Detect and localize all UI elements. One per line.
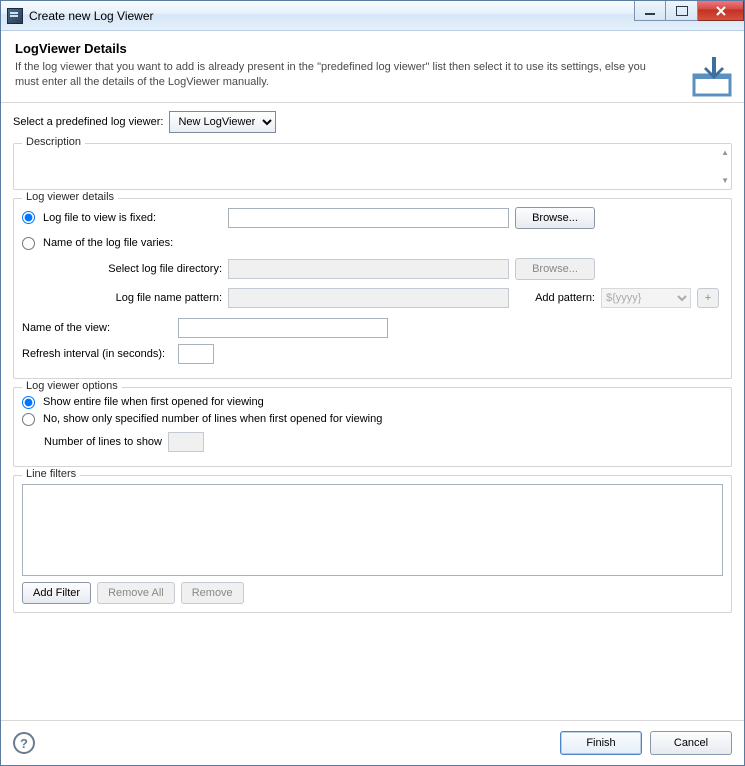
pattern-label: Log file name pattern:: [22, 292, 222, 304]
add-pattern-label: Add pattern:: [515, 292, 595, 304]
scroll-down-icon[interactable]: ▼: [721, 176, 729, 185]
description-legend: Description: [22, 136, 85, 148]
minimize-button[interactable]: [634, 1, 666, 21]
description-scroll[interactable]: ▲ ▼: [721, 148, 729, 185]
description-textarea[interactable]: [14, 144, 731, 186]
show-all-label: Show entire file when first opened for v…: [43, 396, 264, 408]
varies-radio-label: Name of the log file varies:: [43, 237, 173, 249]
details-legend: Log viewer details: [22, 191, 118, 203]
filters-list[interactable]: [22, 484, 723, 576]
refresh-label: Refresh interval (in seconds):: [22, 348, 172, 360]
add-filter-button[interactable]: Add Filter: [22, 582, 91, 604]
fixed-radio[interactable]: [22, 211, 35, 224]
close-button[interactable]: [698, 1, 744, 21]
predefined-row: Select a predefined log viewer: New LogV…: [13, 111, 732, 133]
window-controls: [634, 1, 744, 21]
page-title: LogViewer Details: [15, 41, 730, 56]
dir-browse-button[interactable]: Browse...: [515, 258, 595, 280]
help-icon[interactable]: ?: [13, 732, 35, 754]
maximize-button[interactable]: [666, 1, 698, 21]
add-pattern-button[interactable]: +: [697, 288, 719, 308]
dir-label: Select log file directory:: [22, 263, 222, 275]
description-group: Description ▲ ▼: [13, 143, 732, 190]
n-lines-label: Number of lines to show: [44, 436, 162, 448]
options-group: Log viewer options Show entire file when…: [13, 387, 732, 467]
add-pattern-select[interactable]: ${yyyy}: [601, 288, 691, 308]
cancel-button[interactable]: Cancel: [650, 731, 732, 755]
dialog-window: Create new Log Viewer LogViewer Details …: [0, 0, 745, 766]
filters-legend: Line filters: [22, 468, 80, 480]
remove-button[interactable]: Remove: [181, 582, 244, 604]
button-bar: ? Finish Cancel: [1, 720, 744, 765]
predefined-label: Select a predefined log viewer:: [13, 116, 163, 128]
n-lines-input[interactable]: [168, 432, 204, 452]
predefined-select[interactable]: New LogViewer: [169, 111, 276, 133]
header-banner: LogViewer Details If the log viewer that…: [1, 31, 744, 103]
fixed-radio-label: Log file to view is fixed:: [43, 212, 156, 224]
show-n-radio[interactable]: [22, 413, 35, 426]
options-legend: Log viewer options: [22, 380, 122, 392]
fixed-file-input[interactable]: [228, 208, 509, 228]
dir-input[interactable]: [228, 259, 509, 279]
finish-button[interactable]: Finish: [560, 731, 642, 755]
app-icon: [7, 8, 23, 24]
fixed-browse-button[interactable]: Browse...: [515, 207, 595, 229]
view-name-label: Name of the view:: [22, 322, 172, 334]
filters-group: Line filters Add Filter Remove All Remov…: [13, 475, 732, 613]
varies-radio[interactable]: [22, 237, 35, 250]
details-group: Log viewer details Log file to view is f…: [13, 198, 732, 379]
import-icon: [690, 55, 734, 104]
show-n-label: No, show only specified number of lines …: [43, 413, 382, 425]
window-title: Create new Log Viewer: [29, 9, 154, 23]
titlebar: Create new Log Viewer: [1, 1, 744, 31]
pattern-input[interactable]: [228, 288, 509, 308]
scroll-up-icon[interactable]: ▲: [721, 148, 729, 157]
show-all-radio[interactable]: [22, 396, 35, 409]
page-subtitle: If the log viewer that you want to add i…: [15, 60, 655, 90]
view-name-input[interactable]: [178, 318, 388, 338]
refresh-input[interactable]: [178, 344, 214, 364]
remove-all-button[interactable]: Remove All: [97, 582, 175, 604]
content-area: Select a predefined log viewer: New LogV…: [1, 103, 744, 720]
